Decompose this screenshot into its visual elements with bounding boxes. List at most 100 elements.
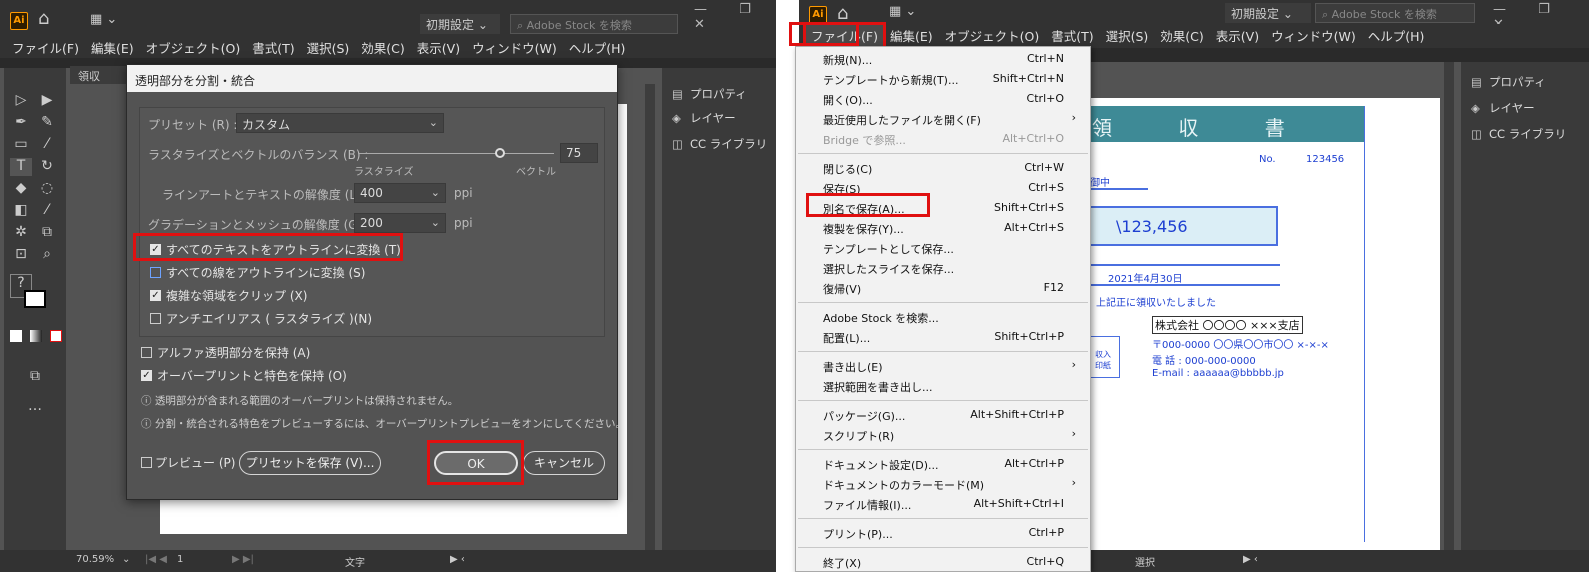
menu-edit[interactable]: 編集(E) bbox=[884, 24, 939, 48]
panel-properties[interactable]: ▤ プロパティ bbox=[1471, 74, 1546, 90]
panel-libraries[interactable]: ◫ CC ライブラリ bbox=[672, 136, 767, 152]
menu-view[interactable]: 表示(V) bbox=[1210, 24, 1265, 48]
menu-item-file-info[interactable]: ファイル情報(I)... Alt+Shift+Ctrl+I bbox=[796, 494, 1090, 514]
menu-item-close[interactable]: 閉じる(C) Ctrl+W bbox=[796, 158, 1090, 178]
symbol-tool-icon[interactable]: ⧉ bbox=[36, 224, 58, 242]
home-icon[interactable]: ⌂ bbox=[38, 8, 49, 29]
paintbrush-tool-icon[interactable]: ⁄ bbox=[36, 136, 58, 154]
overprint-checkbox[interactable]: ✓ bbox=[141, 370, 152, 381]
eyedropper-tool-icon[interactable]: ⁄ bbox=[36, 202, 58, 220]
menu-edit[interactable]: 編集(E) bbox=[85, 36, 140, 58]
save-preset-button[interactable]: プリセットを保存 (V)... bbox=[239, 451, 381, 475]
workspace-switcher-icon[interactable]: ▦ ⌄ bbox=[90, 12, 117, 27]
menu-help[interactable]: ヘルプ(H) bbox=[1362, 24, 1431, 48]
artboard-nav-next-icon[interactable]: ▶ ▶| bbox=[232, 554, 254, 565]
type-tool-icon[interactable]: T bbox=[10, 158, 32, 176]
menu-help[interactable]: ヘルプ(H) bbox=[563, 36, 632, 58]
menu-item-save-copy[interactable]: 複製を保存(Y)... Alt+Ctrl+S bbox=[796, 218, 1090, 238]
menu-object[interactable]: オブジェクト(O) bbox=[939, 24, 1046, 48]
menu-item-search-stock[interactable]: Adobe Stock を検索... bbox=[796, 307, 1090, 327]
artboard-tool-icon[interactable]: ⊡ bbox=[10, 246, 32, 264]
menu-window[interactable]: ウィンドウ(W) bbox=[466, 36, 563, 58]
panel-layers[interactable]: ◈ レイヤー bbox=[672, 110, 736, 126]
preset-dropdown[interactable]: カスタム ⌄ bbox=[236, 113, 444, 133]
menu-type[interactable]: 書式(T) bbox=[246, 36, 300, 58]
alpha-checkbox[interactable] bbox=[141, 347, 152, 358]
clip-checkbox[interactable]: ✓ bbox=[150, 290, 161, 301]
artboard-nav-prev-icon[interactable]: |◀ ◀ bbox=[145, 554, 167, 565]
menu-select[interactable]: 選択(S) bbox=[1100, 24, 1155, 48]
more-tools-icon[interactable]: … bbox=[24, 398, 46, 416]
menu-item-open[interactable]: 開く(O)... Ctrl+O bbox=[796, 89, 1090, 109]
menu-select[interactable]: 選択(S) bbox=[301, 36, 356, 58]
blend-tool-icon[interactable]: ✲ bbox=[10, 224, 32, 242]
panel-libraries[interactable]: ◫ CC ライブラリ bbox=[1471, 126, 1566, 142]
balance-slider-knob[interactable] bbox=[495, 148, 505, 158]
workspace-preset-dropdown[interactable]: 初期設定 ⌄ bbox=[420, 14, 500, 34]
menu-item-new-from-template[interactable]: テンプレートから新規(T)... Shift+Ctrl+N bbox=[796, 69, 1090, 89]
menu-item-color-mode[interactable]: ドキュメントのカラーモード(M) › bbox=[796, 474, 1090, 494]
artboard-number[interactable]: 1 bbox=[177, 554, 183, 565]
grad-res-dropdown[interactable]: 200 ⌄ bbox=[354, 213, 446, 233]
direct-selection-tool-icon[interactable]: ▶ bbox=[36, 92, 58, 110]
panel-properties[interactable]: ▤ プロパティ bbox=[672, 86, 747, 102]
cancel-button[interactable]: キャンセル bbox=[523, 451, 605, 475]
menu-object[interactable]: オブジェクト(O) bbox=[140, 36, 247, 58]
pen-tool-icon[interactable]: ✒ bbox=[10, 114, 32, 132]
color-mode-icon[interactable] bbox=[10, 330, 22, 342]
menu-item-revert[interactable]: 復帰(V) F12 bbox=[796, 278, 1090, 298]
menu-item-save-template[interactable]: テンプレートとして保存... bbox=[796, 238, 1090, 258]
screen-mode-icon[interactable]: ⧉ bbox=[24, 368, 46, 386]
menu-effect[interactable]: 効果(C) bbox=[1154, 24, 1209, 48]
rotate-tool-icon[interactable]: ↻ bbox=[36, 158, 58, 176]
menu-item-open-recent[interactable]: 最近使用したファイルを開く(F) › bbox=[796, 109, 1090, 129]
stock-search-input[interactable]: ⌕ Adobe Stock を検索 bbox=[1315, 3, 1475, 23]
status-menu-icon[interactable]: ▶ ‹ bbox=[450, 554, 465, 565]
document-tab[interactable]: 領収書.pd bbox=[70, 66, 130, 99]
stock-search-input[interactable]: ⌕ Adobe Stock を検索 bbox=[510, 14, 678, 34]
selection-tool-icon[interactable]: ▷ bbox=[10, 92, 32, 110]
menu-item-exit[interactable]: 終了(X) Ctrl+Q bbox=[796, 552, 1090, 572]
gradient-tool-icon[interactable]: ◧ bbox=[10, 202, 32, 220]
home-icon[interactable]: ⌂ bbox=[837, 3, 848, 24]
gradient-mode-icon[interactable] bbox=[30, 330, 42, 342]
balance-slider-track[interactable] bbox=[358, 153, 554, 154]
curvature-tool-icon[interactable]: ✎ bbox=[36, 114, 58, 132]
workspace-switcher-icon[interactable]: ▦ ⌄ bbox=[889, 4, 916, 19]
workspace-preset-dropdown[interactable]: 初期設定 ⌄ bbox=[1225, 3, 1311, 23]
eraser-tool-icon[interactable]: ◆ bbox=[10, 180, 32, 198]
balance-value-input[interactable]: 75 bbox=[560, 143, 598, 163]
lasso-tool-icon[interactable]: ◌ bbox=[36, 180, 58, 198]
preview-checkbox[interactable] bbox=[141, 457, 152, 468]
stroke-outline-checkbox[interactable] bbox=[150, 267, 161, 278]
menu-item-package[interactable]: パッケージ(G)... Alt+Shift+Ctrl+P bbox=[796, 405, 1090, 425]
rectangle-tool-icon[interactable]: ▭ bbox=[10, 136, 32, 154]
menu-view[interactable]: 表示(V) bbox=[411, 36, 466, 58]
menu-file[interactable]: ファイル(F) bbox=[6, 36, 85, 58]
window-controls[interactable]: — ❐ ✕ bbox=[694, 2, 776, 32]
menu-item-export[interactable]: 書き出し(E) › bbox=[796, 356, 1090, 376]
menu-item-export-selection[interactable]: 選択範囲を書き出し... bbox=[796, 376, 1090, 396]
menu-item-scripts[interactable]: スクリプト(R) › bbox=[796, 425, 1090, 445]
zoom-tool-icon[interactable]: ⌕ bbox=[36, 246, 58, 264]
menu-item-place[interactable]: 配置(L)... Shift+Ctrl+P bbox=[796, 327, 1090, 347]
antialias-checkbox[interactable] bbox=[150, 313, 161, 324]
fill-stroke-icon[interactable] bbox=[24, 290, 46, 308]
zoom-dropdown-icon[interactable]: ⌄ bbox=[122, 554, 130, 565]
menu-item-new[interactable]: 新規(N)... Ctrl+N bbox=[796, 49, 1090, 69]
antialias-label: アンチエイリアス ( ラスタライズ )(N) bbox=[166, 312, 373, 326]
status-menu-icon[interactable]: ▶ ‹ bbox=[1243, 554, 1258, 565]
menu-item-print[interactable]: プリント(P)... Ctrl+P bbox=[796, 523, 1090, 543]
menu-item-document-setup[interactable]: ドキュメント設定(D)... Alt+Ctrl+P bbox=[796, 454, 1090, 474]
menu-type[interactable]: 書式(T) bbox=[1045, 24, 1099, 48]
menu-window[interactable]: ウィンドウ(W) bbox=[1265, 24, 1362, 48]
none-mode-icon[interactable] bbox=[50, 330, 62, 342]
vertical-scrollbar[interactable] bbox=[1444, 62, 1454, 550]
line-res-dropdown[interactable]: 400 ⌄ bbox=[354, 183, 446, 203]
zoom-level[interactable]: 70.59% bbox=[76, 554, 114, 565]
menu-effect[interactable]: 効果(C) bbox=[355, 36, 410, 58]
panel-layers[interactable]: ◈ レイヤー bbox=[1471, 100, 1535, 116]
menu-item-save-slices[interactable]: 選択したスライスを保存... bbox=[796, 258, 1090, 278]
revenue-stamp-box: 収入印紙 bbox=[1090, 336, 1120, 378]
vertical-scrollbar[interactable] bbox=[645, 84, 655, 550]
